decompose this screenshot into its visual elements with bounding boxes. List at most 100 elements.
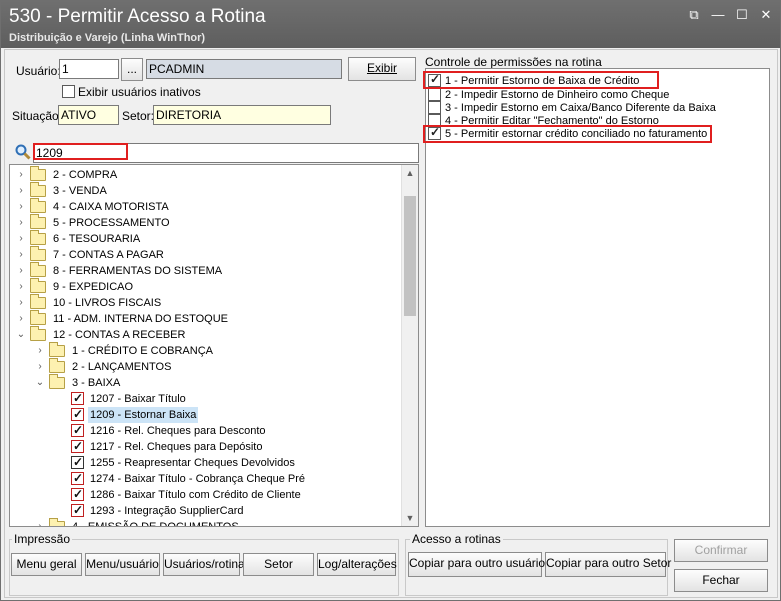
routine-checkbox[interactable] <box>71 454 84 470</box>
chevron-right-icon[interactable]: › <box>16 279 26 295</box>
tree-node-label: 2 - LANÇAMENTOS <box>72 361 172 373</box>
print-log-button[interactable]: Log/alterações <box>317 553 397 576</box>
permission-highlight <box>423 125 712 143</box>
folder-icon <box>30 326 46 341</box>
tree-node[interactable]: › 4 - CAIXA MOTORISTA <box>10 198 400 215</box>
restore-icon[interactable]: ⧉ <box>685 7 703 23</box>
tree-node-label: 3 - BAIXA <box>72 377 121 389</box>
print-menu-geral-button[interactable]: Menu geral <box>11 553 82 576</box>
routine-checkbox[interactable] <box>71 486 84 502</box>
tree-node-label: 9 - EXPEDICAO <box>53 281 134 293</box>
print-usuarios-rotina-button[interactable]: Usuários/rotina <box>163 553 245 576</box>
confirm-button[interactable]: Confirmar <box>674 539 768 562</box>
tree-node[interactable]: › 9 - EXPEDICAO <box>10 278 400 295</box>
scroll-thumb[interactable] <box>404 196 416 316</box>
tree-node[interactable]: ⌄ 12 - CONTAS A RECEBER <box>10 326 400 343</box>
tree-node[interactable]: › 2 - LANÇAMENTOS <box>10 358 400 375</box>
tree-routine[interactable]: 1207 - Baixar Título <box>10 390 400 407</box>
tree-node-label: 3 - VENDA <box>53 185 107 197</box>
copy-user-button[interactable]: Copiar para outro usuário <box>408 552 545 577</box>
permission-checkbox[interactable] <box>428 101 441 114</box>
chevron-right-icon[interactable]: › <box>35 359 45 375</box>
tree-node-label: 6 - TESOURARIA <box>53 233 141 245</box>
inactive-users-checkbox[interactable] <box>62 85 75 98</box>
user-id-field[interactable]: 1 <box>59 59 119 79</box>
show-user-button[interactable]: Exibir <box>348 57 416 81</box>
permission-label: 3 - Impedir Estorno em Caixa/Banco Difer… <box>445 102 716 114</box>
routine-checkbox[interactable] <box>71 470 84 486</box>
tree-node[interactable]: › 4 - EMISSÃO DE DOCUMENTOS <box>10 518 400 526</box>
routine-checkbox[interactable] <box>71 502 84 518</box>
print-menu-usuario-button[interactable]: Menu/usuário <box>85 553 160 576</box>
print-setor-button[interactable]: Setor <box>243 553 314 576</box>
chevron-right-icon[interactable]: › <box>16 231 26 247</box>
copy-setor-button[interactable]: Copiar para outro Setor <box>545 552 671 577</box>
folder-icon <box>30 230 46 245</box>
folder-icon <box>49 358 65 373</box>
user-lookup-button[interactable]: ... <box>121 58 143 81</box>
tree-node-label: 10 - LIVROS FISCAIS <box>53 297 162 309</box>
setor-label: Setor: <box>122 109 155 123</box>
chevron-right-icon[interactable]: › <box>16 167 26 183</box>
tree-node-label: 5 - PROCESSAMENTO <box>53 217 170 229</box>
tree-node-label: 1293 - Integração SupplierCard <box>90 505 244 517</box>
chevron-right-icon[interactable]: › <box>16 199 26 215</box>
tree-routine[interactable]: 1255 - Reapresentar Cheques Devolvidos <box>10 454 400 471</box>
chevron-right-icon[interactable]: › <box>35 519 45 526</box>
situacao-label: Situação: <box>12 109 63 123</box>
tree-node-label: 1 - CRÉDITO E COBRANÇA <box>72 345 213 357</box>
scroll-up-icon[interactable]: ▲ <box>402 165 418 181</box>
folder-icon <box>30 246 46 261</box>
tree-routine-selected[interactable]: 1209 - Estornar Baixa <box>10 406 400 423</box>
maximize-button[interactable]: ☐ <box>733 7 751 23</box>
tree-node[interactable]: › 6 - TESOURARIA <box>10 230 400 247</box>
window-subtitle: Distribuição e Varejo (Linha WinThor) <box>9 32 206 44</box>
tree-routine[interactable]: 1293 - Integração SupplierCard <box>10 502 400 519</box>
routine-checkbox[interactable] <box>71 438 84 454</box>
tree-node[interactable]: › 11 - ADM. INTERNA DO ESTOQUE <box>10 310 400 327</box>
chevron-down-icon[interactable]: ⌄ <box>35 375 45 391</box>
minimize-button[interactable]: — <box>709 7 727 23</box>
tree-routine[interactable]: 1286 - Baixar Título com Crédito de Clie… <box>10 486 400 503</box>
tree-node[interactable]: › 8 - FERRAMENTAS DO SISTEMA <box>10 262 400 279</box>
routine-checkbox[interactable] <box>71 406 84 422</box>
folder-icon <box>30 278 46 293</box>
magnifier-icon <box>15 144 31 160</box>
tree-node[interactable]: › 7 - CONTAS A PAGAR <box>10 246 400 263</box>
situacao-field: ATIVO <box>58 105 119 125</box>
chevron-right-icon[interactable]: › <box>16 295 26 311</box>
routine-tree[interactable]: › 2 - COMPRA › 3 - VENDA › 4 - CAIXA MOT… <box>9 164 419 527</box>
chevron-right-icon[interactable]: › <box>16 263 26 279</box>
tree-node-label: 1217 - Rel. Cheques para Depósito <box>90 441 263 453</box>
tree-node[interactable]: › 3 - VENDA <box>10 182 400 199</box>
close-button[interactable]: ✕ <box>757 7 775 23</box>
tree-node[interactable]: › 5 - PROCESSAMENTO <box>10 214 400 231</box>
tree-node[interactable]: ⌄ 3 - BAIXA <box>10 374 400 391</box>
permissions-title: Controle de permissões na rotina <box>425 55 602 69</box>
tree-node[interactable]: › 2 - COMPRA <box>10 166 400 183</box>
routine-checkbox[interactable] <box>71 422 84 438</box>
tree-node[interactable]: › 10 - LIVROS FISCAIS <box>10 294 400 311</box>
chevron-down-icon[interactable]: ⌄ <box>16 327 26 343</box>
folder-icon <box>30 294 46 309</box>
impressao-title: Impressão <box>12 532 73 546</box>
routine-checkbox[interactable] <box>71 390 84 406</box>
folder-icon <box>30 262 46 277</box>
permission-checkbox[interactable] <box>428 88 441 101</box>
folder-icon <box>49 342 65 357</box>
permission-label: 2 - Impedir Estorno de Dinheiro como Che… <box>445 89 670 101</box>
title-bar[interactable]: 530 - Permitir Acesso a Rotina Distribui… <box>1 1 780 48</box>
scroll-down-icon[interactable]: ▼ <box>402 510 418 526</box>
tree-node-label: 1207 - Baixar Título <box>90 393 186 405</box>
chevron-right-icon[interactable]: › <box>16 247 26 263</box>
chevron-right-icon[interactable]: › <box>16 215 26 231</box>
chevron-right-icon[interactable]: › <box>16 183 26 199</box>
tree-routine[interactable]: 1217 - Rel. Cheques para Depósito <box>10 438 400 455</box>
chevron-right-icon[interactable]: › <box>16 311 26 327</box>
tree-routine[interactable]: 1216 - Rel. Cheques para Desconto <box>10 422 400 439</box>
tree-routine[interactable]: 1274 - Baixar Título - Cobrança Cheque P… <box>10 470 400 487</box>
close-form-button[interactable]: Fechar <box>674 569 768 592</box>
chevron-right-icon[interactable]: › <box>35 343 45 359</box>
tree-scrollbar[interactable]: ▲ ▼ <box>401 165 418 526</box>
tree-node[interactable]: › 1 - CRÉDITO E COBRANÇA <box>10 342 400 359</box>
